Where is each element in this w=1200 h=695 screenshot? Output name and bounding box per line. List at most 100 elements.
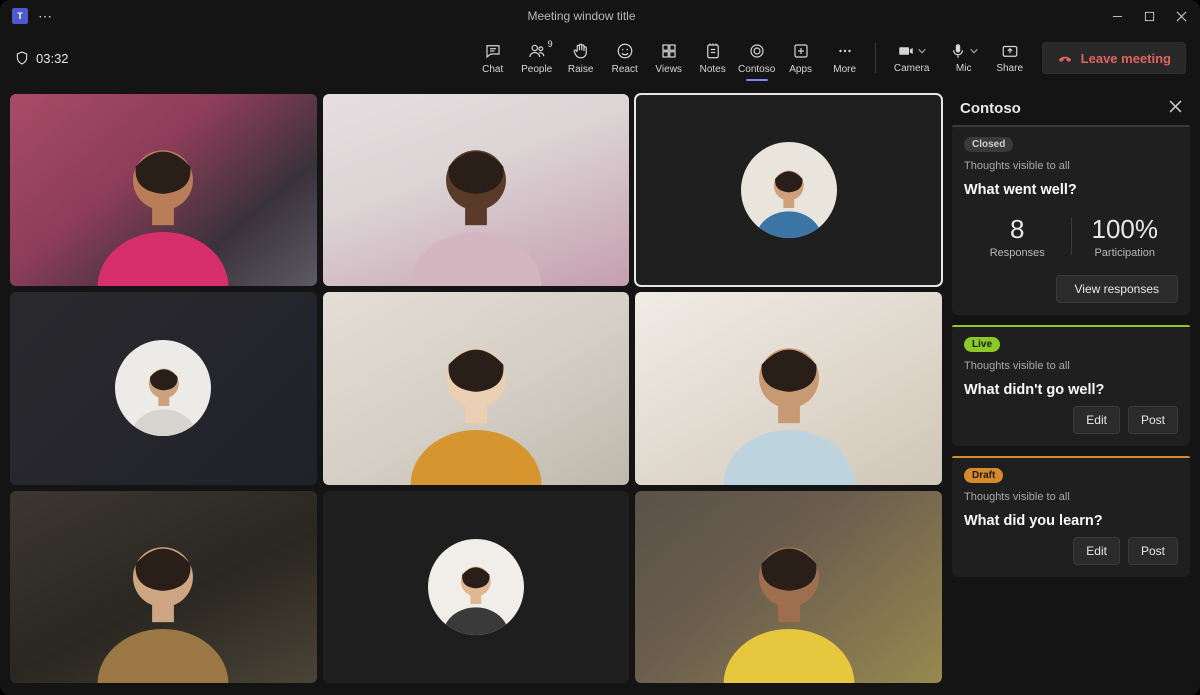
participant-video xyxy=(56,123,271,286)
camera-icon xyxy=(897,42,915,60)
card-question: What did you learn? xyxy=(964,513,1178,529)
participant-tile[interactable] xyxy=(635,94,942,286)
chat-button[interactable]: Chat xyxy=(471,37,515,79)
participant-tile[interactable] xyxy=(323,491,630,683)
post-button[interactable]: Post xyxy=(1128,406,1178,434)
hangup-icon xyxy=(1057,50,1073,66)
apps-label: Apps xyxy=(789,64,812,75)
edit-button[interactable]: Edit xyxy=(1073,406,1120,434)
notes-icon xyxy=(704,42,722,60)
participant-tile[interactable] xyxy=(10,292,317,484)
more-icon xyxy=(836,42,854,60)
post-button[interactable]: Post xyxy=(1128,537,1178,565)
window-controls xyxy=(1110,9,1188,23)
participant-tile[interactable] xyxy=(635,292,942,484)
participant-video xyxy=(369,123,584,286)
side-panel: Contoso Closed Thoughts visible to all Wha… xyxy=(952,94,1190,683)
participant-tile[interactable] xyxy=(635,491,942,683)
contoso-app-button[interactable]: Contoso xyxy=(735,37,779,79)
mic-label: Mic xyxy=(956,63,972,74)
chevron-down-icon[interactable] xyxy=(969,46,979,56)
participant-tile[interactable] xyxy=(10,94,317,286)
people-label: People xyxy=(521,64,552,75)
participant-video xyxy=(369,321,584,484)
views-button[interactable]: Views xyxy=(647,37,691,79)
center-controls: Chat 9 People Raise React Views Notes xyxy=(471,37,1032,79)
titlebar: T ⋯ Meeting window title xyxy=(0,0,1200,32)
shield-icon xyxy=(14,50,30,66)
panel-card: LiveThoughts visible to allWhat didn't g… xyxy=(952,325,1190,446)
react-button[interactable]: React xyxy=(603,37,647,79)
timer-text: 03:32 xyxy=(36,51,69,66)
panel-title: Contoso xyxy=(960,100,1021,117)
meeting-window: T ⋯ Meeting window title 03:32 Chat 9 Pe… xyxy=(0,0,1200,695)
status-badge: Live xyxy=(964,337,1000,352)
share-button[interactable]: Share xyxy=(988,37,1032,79)
apps-button[interactable]: Apps xyxy=(779,37,823,79)
stat: 100%Participation xyxy=(1072,214,1179,259)
notes-button[interactable]: Notes xyxy=(691,37,735,79)
participant-avatar xyxy=(115,340,211,436)
window-title: Meeting window title xyxy=(53,9,1110,23)
grid-icon xyxy=(660,42,678,60)
leave-button[interactable]: Leave meeting xyxy=(1042,42,1186,74)
react-label: React xyxy=(612,64,638,75)
chat-label: Chat xyxy=(482,64,503,75)
overflow-icon[interactable]: ⋯ xyxy=(38,8,53,25)
maximize-button[interactable] xyxy=(1142,9,1156,23)
raise-hand-button[interactable]: Raise xyxy=(559,37,603,79)
card-subtext: Thoughts visible to all xyxy=(964,160,1178,172)
emoji-icon xyxy=(616,42,634,60)
card-stats: 8Responses100%Participation xyxy=(964,214,1178,259)
more-label: More xyxy=(833,64,856,75)
participant-tile[interactable] xyxy=(323,94,630,286)
panel-cards: Closed Thoughts visible to all What went w… xyxy=(952,125,1190,587)
leave-label: Leave meeting xyxy=(1081,51,1171,66)
participant-video xyxy=(56,520,271,683)
card-buttons: Edit Post xyxy=(964,406,1178,434)
contoso-icon xyxy=(748,42,766,60)
people-button[interactable]: 9 People xyxy=(515,37,559,79)
more-button[interactable]: More xyxy=(823,37,867,79)
card-question: What went well? xyxy=(964,182,1178,198)
hand-icon xyxy=(572,42,590,60)
app-icon: T xyxy=(12,8,28,24)
meeting-toolbar: 03:32 Chat 9 People Raise React xyxy=(0,32,1200,84)
card-subtext: Thoughts visible to all xyxy=(964,491,1178,503)
panel-card: Draft Thoughts visible to all What did you… xyxy=(952,456,1190,577)
participant-video xyxy=(681,321,896,484)
apps-icon xyxy=(792,42,810,60)
meeting-body: Contoso Closed Thoughts visible to all Wha… xyxy=(0,84,1200,695)
status-badge: Closed xyxy=(964,137,1013,152)
edit-button[interactable]: Edit xyxy=(1073,537,1120,565)
participant-tile[interactable] xyxy=(10,491,317,683)
share-icon xyxy=(1001,42,1019,60)
panel-close-button[interactable] xyxy=(1169,100,1182,117)
raise-label: Raise xyxy=(568,64,594,75)
video-grid xyxy=(10,94,942,683)
camera-label: Camera xyxy=(894,63,930,74)
mic-button[interactable]: Mic xyxy=(940,37,988,79)
participant-avatar xyxy=(741,142,837,238)
participant-avatar xyxy=(428,539,524,635)
card-question: What didn't go well? xyxy=(964,382,1178,398)
meeting-timer: 03:32 xyxy=(14,50,69,66)
view-responses-button[interactable]: View responses xyxy=(1056,275,1179,303)
chevron-down-icon[interactable] xyxy=(917,46,927,56)
people-count: 9 xyxy=(548,39,553,49)
people-icon xyxy=(528,42,546,60)
panel-card: Closed Thoughts visible to all What went w… xyxy=(952,125,1190,315)
share-label: Share xyxy=(996,63,1023,74)
status-badge: Draft xyxy=(964,468,1003,483)
participant-tile[interactable] xyxy=(323,292,630,484)
notes-label: Notes xyxy=(700,64,726,75)
stat: 8Responses xyxy=(964,214,1071,259)
views-label: Views xyxy=(655,64,682,75)
participant-video xyxy=(681,520,896,683)
minimize-button[interactable] xyxy=(1110,9,1124,23)
chat-icon xyxy=(484,42,502,60)
card-buttons: Edit Post xyxy=(964,537,1178,565)
contoso-label: Contoso xyxy=(738,64,775,75)
camera-button[interactable]: Camera xyxy=(884,37,940,79)
close-button[interactable] xyxy=(1174,9,1188,23)
